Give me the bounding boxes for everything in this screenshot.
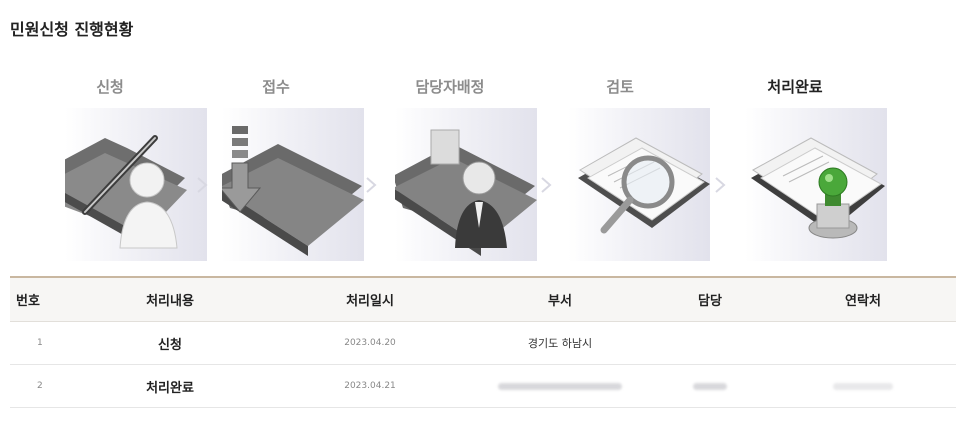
row-date: 2023.04.21 (344, 381, 396, 391)
step-label: 검토 (606, 78, 634, 96)
step-label: 신청 (96, 78, 124, 96)
header-date: 처리일시 (346, 294, 394, 309)
step-label: 처리완료 (767, 78, 823, 96)
table-header: 번호 처리내용 처리일시 부서 담당 연락처 (10, 276, 956, 322)
redacted-text (498, 382, 622, 390)
row-no: 1 (37, 338, 43, 348)
row-content: 신청 (158, 337, 182, 353)
row-dept-redacted (470, 380, 650, 393)
step-assign: 담당자배정 (360, 72, 540, 262)
step-label: 접수 (262, 78, 290, 96)
folder-download-arrow-icon (222, 108, 364, 261)
progress-steps: 신청 접수 담당자배정 검토 처리완료 (0, 72, 966, 262)
header-dept: 부서 (548, 294, 572, 309)
step-complete: 처리완료 (705, 72, 887, 262)
row-contact-redacted (770, 379, 956, 394)
page-title: 민원신청 진행현황 (10, 20, 134, 39)
step-apply: 신청 (20, 72, 207, 262)
row-dept: 경기도 하남시 (527, 337, 593, 350)
row-date: 2023.04.20 (344, 338, 396, 348)
header-no: 번호 (16, 294, 40, 309)
folder-person-assign-icon (395, 108, 537, 261)
table-row: 1 신청 2023.04.20 경기도 하남시 (10, 322, 956, 365)
step-receive: 접수 (186, 72, 366, 262)
table-row: 2 처리완료 2023.04.21 (10, 365, 956, 408)
redacted-text (693, 382, 727, 390)
row-manager-redacted (650, 379, 770, 394)
step-review: 검토 (530, 72, 710, 262)
documents-stamp-icon (745, 108, 887, 261)
documents-magnifier-icon (568, 108, 710, 261)
progress-table: 번호 처리내용 처리일시 부서 담당 연락처 1 신청 2023.04.20 경… (10, 276, 956, 408)
redacted-text (833, 382, 893, 390)
header-manager: 담당 (698, 294, 722, 309)
header-content: 처리내용 (146, 294, 194, 309)
row-content: 처리완료 (146, 380, 194, 396)
step-label: 담당자배정 (415, 78, 485, 96)
header-contact: 연락처 (845, 294, 881, 309)
row-no: 2 (37, 381, 43, 391)
